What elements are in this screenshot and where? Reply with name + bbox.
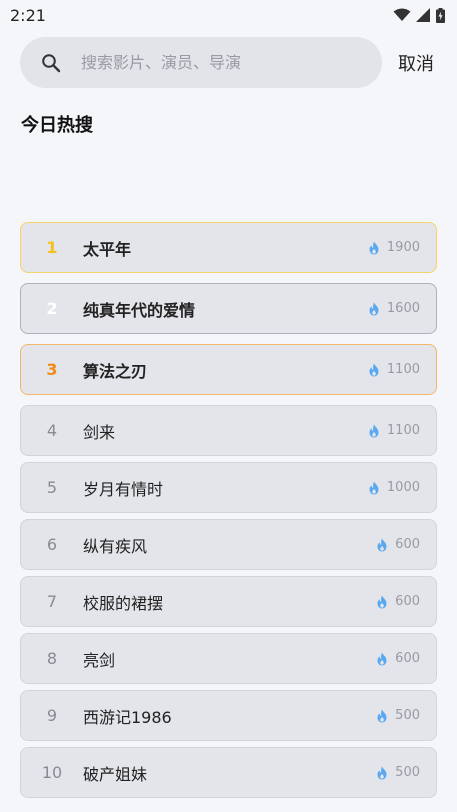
status-bar: 2:21: [0, 0, 457, 30]
heat-indicator: 1600: [367, 301, 436, 316]
flame-icon: [369, 241, 379, 254]
heat-value: 600: [395, 594, 420, 609]
hot-list-item[interactable]: 7 校服的裙摆 600: [20, 576, 437, 627]
flame-icon: [377, 709, 387, 722]
flame-icon: [369, 424, 379, 437]
heat-value: 1900: [386, 240, 420, 255]
heat-indicator: 600: [375, 651, 436, 666]
heat-value: 1100: [386, 362, 420, 377]
item-title: 亮剑: [83, 650, 116, 670]
item-title: 西游记1986: [83, 707, 172, 727]
flame-icon: [369, 363, 379, 376]
hot-list-item[interactable]: 6 纵有疾风 600: [20, 519, 437, 570]
hot-list-item[interactable]: 10 破产姐妹 500: [20, 747, 437, 798]
item-title: 剑来: [83, 422, 116, 442]
section-title: 今日热搜: [21, 115, 93, 136]
hot-list-item[interactable]: 8 亮剑 600: [20, 633, 437, 684]
flame-icon: [377, 652, 387, 665]
flame-icon: [377, 766, 387, 779]
hot-list-item[interactable]: 9 西游记1986 500: [20, 690, 437, 741]
search-icon: [40, 52, 62, 74]
item-title: 岁月有情时: [83, 479, 164, 499]
wifi-icon: [393, 8, 411, 21]
heat-indicator: 600: [375, 537, 436, 552]
rank-number: 10: [41, 763, 63, 782]
item-title: 破产姐妹: [83, 764, 148, 784]
hot-list-item[interactable]: 5 岁月有情时 1000: [20, 462, 437, 513]
heat-indicator: 500: [375, 765, 436, 780]
status-icons: [393, 7, 445, 23]
heat-value: 1000: [386, 480, 420, 495]
rank-number: 8: [46, 649, 58, 668]
heat-indicator: 1100: [367, 362, 436, 377]
item-title: 纵有疾风: [83, 536, 148, 556]
rank-number: 4: [46, 421, 58, 440]
heat-value: 500: [395, 765, 420, 780]
item-title: 纯真年代的爱情: [83, 300, 196, 320]
flame-icon: [369, 481, 379, 494]
search-row: 取消: [20, 37, 440, 88]
item-title: 校服的裙摆: [83, 593, 164, 613]
rank-number: 7: [46, 592, 58, 611]
heat-indicator: 500: [375, 708, 436, 723]
heat-value: 500: [395, 708, 420, 723]
rank-number: 3: [46, 360, 58, 379]
cellular-signal-icon: [416, 8, 430, 22]
status-time: 2:21: [10, 5, 46, 25]
heat-value: 600: [395, 537, 420, 552]
flame-icon: [369, 302, 379, 315]
heat-indicator: 1000: [367, 480, 436, 495]
rank-number: 5: [46, 478, 58, 497]
heat-value: 1100: [386, 423, 420, 438]
flame-icon: [377, 538, 387, 551]
cancel-button[interactable]: 取消: [398, 50, 434, 76]
flame-icon: [377, 595, 387, 608]
rank-number: 1: [46, 238, 58, 257]
hot-list-item[interactable]: 2 纯真年代的爱情 1600: [20, 283, 437, 334]
heat-value: 1600: [386, 301, 420, 316]
rank-number: 6: [46, 535, 58, 554]
hot-list-item[interactable]: 4 剑来 1100: [20, 405, 437, 456]
search-box[interactable]: [20, 37, 382, 88]
item-title: 算法之刃: [83, 361, 148, 381]
search-input[interactable]: [81, 53, 361, 72]
heat-indicator: 1900: [367, 240, 436, 255]
item-title: 太平年: [83, 239, 132, 259]
heat-indicator: 600: [375, 594, 436, 609]
heat-value: 600: [395, 651, 420, 666]
hot-list-item[interactable]: 1 太平年 1900: [20, 222, 437, 273]
heat-indicator: 1100: [367, 423, 436, 438]
rank-number: 9: [46, 706, 58, 725]
hot-list-item[interactable]: 3 算法之刃 1100: [20, 344, 437, 395]
rank-number: 2: [46, 299, 58, 318]
battery-icon: [436, 7, 445, 23]
